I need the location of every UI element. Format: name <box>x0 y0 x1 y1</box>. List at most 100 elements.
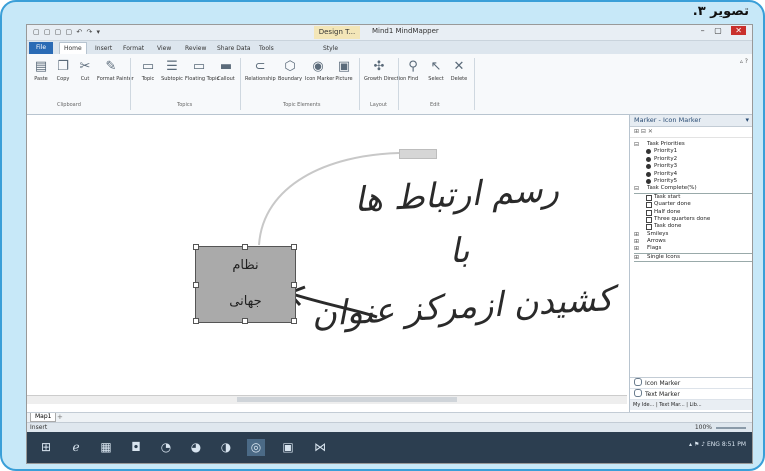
picture-button[interactable]: ▣ Picture <box>333 59 355 82</box>
marker-tree: ⊟ Task Priorities Priority1 Priority2 Priori… <box>630 138 752 263</box>
boundary-button[interactable]: ⬡ Boundary <box>277 59 303 82</box>
priority-marker-icon <box>646 164 651 170</box>
panel-toolbar[interactable]: ⊞ ⊟ ✕ <box>630 127 752 138</box>
marker-item[interactable]: Priority5 <box>634 177 752 185</box>
priority-marker-icon <box>646 171 651 177</box>
floating-topic[interactable] <box>399 149 437 159</box>
marker-category[interactable]: ⊞ Smileys <box>634 230 752 238</box>
panel-tabs[interactable]: My Ide... | Text Mar... | Lib... <box>630 400 752 410</box>
sheet-tab-map1[interactable]: Map1 <box>30 413 57 422</box>
marker-item[interactable]: Priority1 <box>634 148 752 155</box>
relationship-button[interactable]: ⊂ Relationship <box>245 59 276 82</box>
tab-home[interactable]: Home <box>59 42 87 54</box>
resize-handle[interactable] <box>193 244 199 250</box>
app-icon[interactable]: ◑ <box>217 439 235 456</box>
marker-category[interactable]: ⊟ Task Priorities <box>634 141 752 148</box>
cut-button[interactable]: ✂ Cut <box>74 59 96 82</box>
collapse-icon[interactable]: ⊟ <box>634 141 639 148</box>
callout-button[interactable]: ▬ Callout <box>215 59 237 82</box>
close-button[interactable]: ✕ <box>731 26 746 35</box>
media-icon[interactable]: ◔ <box>157 439 175 456</box>
icon-marker-button[interactable]: ◉ Icon Marker <box>305 59 334 82</box>
word-icon[interactable]: ▣ <box>279 439 297 456</box>
start-icon[interactable]: ⊞ <box>37 439 55 456</box>
marker-label: Smileys <box>647 230 669 237</box>
marker-item[interactable]: Priority3 <box>634 163 752 170</box>
marker-label: Arrows <box>647 238 666 245</box>
icon-marker-icon <box>634 378 642 386</box>
map-canvas[interactable]: نظام جهانی رسم ارتباط ها با کشیدن ازمرکز… <box>27 115 627 411</box>
central-topic-text-2: جهانی <box>229 294 262 309</box>
resize-handle[interactable] <box>242 244 248 250</box>
expand-icon[interactable]: ⊞ <box>634 245 639 252</box>
ribbon-collapse-button[interactable]: ▵ ? <box>740 58 748 65</box>
resize-handle[interactable] <box>242 318 248 324</box>
horizontal-scrollbar[interactable] <box>27 395 627 404</box>
subtopic-button[interactable]: ☰ Subtopic <box>161 59 183 82</box>
resize-handle[interactable] <box>291 282 297 288</box>
central-topic[interactable]: نظام جهانی <box>193 244 297 324</box>
firefox-icon[interactable]: ◕ <box>187 439 205 456</box>
marker-item[interactable]: Priority2 <box>634 156 752 163</box>
resize-handle[interactable] <box>291 244 297 250</box>
add-sheet-button[interactable]: + <box>57 413 63 421</box>
panel-header: Marker - Icon Marker ▾ <box>630 115 752 127</box>
marker-item[interactable]: Task done <box>634 223 752 231</box>
mindmapper-icon[interactable]: ◎ <box>247 439 265 456</box>
marker-item[interactable]: Half done <box>634 208 752 216</box>
delete-button[interactable]: ✕ Delete <box>448 59 470 82</box>
icon-marker-pane-button[interactable]: Icon Marker <box>630 378 752 389</box>
design-tools-context-tab[interactable]: Design T... <box>314 26 360 39</box>
tab-share-data[interactable]: Share Data <box>213 43 255 54</box>
minimize-button[interactable]: – <box>701 26 705 35</box>
marker-item[interactable]: Task start <box>634 194 752 201</box>
marker-label: Flags <box>647 245 662 252</box>
resize-handle[interactable] <box>291 318 297 324</box>
tab-tools[interactable]: Tools <box>255 43 278 54</box>
paste-button[interactable]: ▤ Paste <box>30 59 52 82</box>
copy-button[interactable]: ❐ Copy <box>52 59 74 82</box>
quick-access-toolbar[interactable]: ▢ ▢ ▢ ▢ ↶ ↷ ▾ <box>33 28 101 36</box>
progress-marker-icon <box>646 209 652 216</box>
find-button[interactable]: ⚲ Find <box>402 59 424 82</box>
marker-category[interactable]: ⊞ Flags <box>634 245 752 254</box>
tab-format[interactable]: Format <box>119 43 148 54</box>
marker-item[interactable]: Three quarters done <box>634 216 752 223</box>
ie-icon[interactable]: ℯ <box>67 439 85 456</box>
expand-icon[interactable]: ⊞ <box>634 254 639 261</box>
text-marker-pane-button[interactable]: Text Marker <box>630 389 752 400</box>
topic-button[interactable]: ▭ Topic <box>137 59 159 82</box>
tab-review[interactable]: Review <box>181 43 210 54</box>
marker-category[interactable]: ⊟ Task Complete(%) <box>634 185 752 194</box>
resize-handle[interactable] <box>193 318 199 324</box>
select-button[interactable]: ↖ Select <box>425 59 447 82</box>
marker-category[interactable]: ⊞ Arrows <box>634 238 752 245</box>
floating-topic-button[interactable]: ▭ Floating Topic <box>185 59 219 82</box>
tab-file[interactable]: File <box>29 42 54 54</box>
marker-item[interactable]: Priority4 <box>634 171 752 178</box>
tab-view[interactable]: View <box>153 43 175 54</box>
maximize-button[interactable]: ▢ <box>714 26 722 35</box>
scrollbar-thumb[interactable] <box>237 397 457 402</box>
vs-icon[interactable]: ⋈ <box>311 439 329 456</box>
expand-icon[interactable]: ⊞ <box>634 238 639 245</box>
tab-style[interactable]: Style <box>319 43 342 54</box>
resize-handle[interactable] <box>193 282 199 288</box>
store-icon[interactable]: ◘ <box>127 439 145 456</box>
tab-insert[interactable]: Insert <box>91 43 116 54</box>
zoom-slider[interactable] <box>716 427 746 429</box>
system-tray[interactable]: ▴ ⚑ ♪ ENG 8:51 PM <box>689 441 746 448</box>
marker-label: Quarter done <box>654 201 691 208</box>
marker-category[interactable]: ⊞ Single Icons <box>634 254 752 263</box>
growth-direction-button[interactable]: ✣ Growth Direction <box>364 59 406 82</box>
expand-icon[interactable]: ⊞ <box>634 231 639 238</box>
explorer-icon[interactable]: ▦ <box>97 439 115 456</box>
marker-item[interactable]: Quarter done <box>634 201 752 209</box>
format-painter-button[interactable]: ✎ Format Painter <box>97 59 134 82</box>
marker-label: Priority5 <box>654 177 678 184</box>
marker-label: Priority1 <box>654 148 678 155</box>
format-painter-icon: ✎ <box>105 59 117 74</box>
marker-label: Half done <box>654 208 681 215</box>
collapse-icon[interactable]: ⊟ <box>634 185 639 192</box>
panel-pin-icon[interactable]: ▾ <box>745 115 749 126</box>
